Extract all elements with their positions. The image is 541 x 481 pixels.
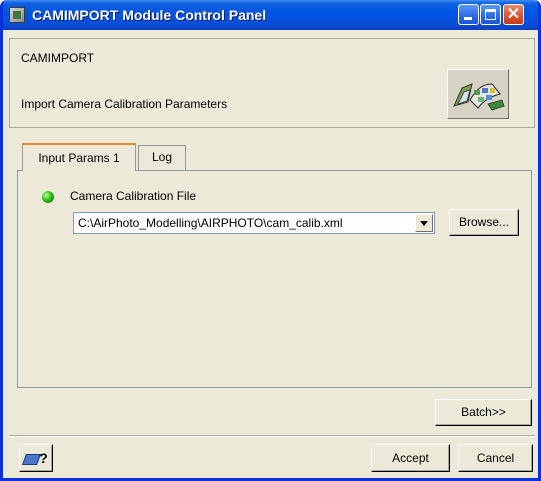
module-description: Import Camera Calibration Parameters <box>21 97 228 111</box>
camera-film-icon[interactable] <box>447 69 509 119</box>
browse-button[interactable]: Browse... <box>449 209 519 236</box>
calibration-file-combo[interactable]: C:\AirPhoto_Modelling\AIRPHOTO\cam_calib… <box>73 212 435 234</box>
chevron-down-icon[interactable] <box>415 214 433 232</box>
maximize-button[interactable] <box>480 4 501 25</box>
close-icon: ✕ <box>506 6 521 23</box>
help-button[interactable]: ? <box>19 444 53 472</box>
tab-input-params-1[interactable]: Input Params 1 <box>22 143 136 171</box>
module-name: CAMIMPORT <box>21 51 95 65</box>
module-header-panel: CAMIMPORT Import Camera Calibration Para… <box>9 38 535 128</box>
title-bar[interactable]: CAMIMPORT Module Control Panel ✕ <box>3 0 538 30</box>
app-window-icon[interactable] <box>9 7 25 23</box>
tab-log[interactable]: Log <box>138 145 186 170</box>
input-params-panel: Camera Calibration File C:\AirPhoto_Mode… <box>17 170 532 388</box>
batch-button[interactable]: Batch>> <box>435 399 532 426</box>
divider <box>9 435 535 437</box>
maximize-icon <box>485 9 496 20</box>
status-indicator-icon <box>42 191 54 203</box>
window-title: CAMIMPORT Module Control Panel <box>32 7 267 23</box>
help-label: ? <box>39 450 48 466</box>
accept-button[interactable]: Accept <box>371 444 450 472</box>
close-button[interactable]: ✕ <box>503 4 524 25</box>
calibration-file-path[interactable]: C:\AirPhoto_Modelling\AIRPHOTO\cam_calib… <box>78 216 343 230</box>
camera-film-graphic <box>453 83 505 111</box>
minimize-button[interactable] <box>458 4 479 25</box>
camera-calibration-file-label: Camera Calibration File <box>70 189 197 203</box>
minimize-icon <box>464 17 472 20</box>
control-panel-window: CAMIMPORT Module Control Panel ✕ CAMIMPO… <box>0 0 541 481</box>
cancel-button[interactable]: Cancel <box>458 444 533 472</box>
